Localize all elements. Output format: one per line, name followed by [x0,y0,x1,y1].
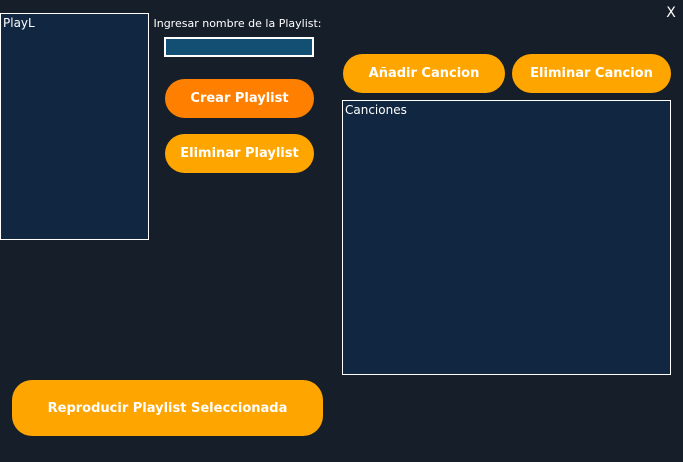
songs-listbox[interactable]: Canciones [342,100,671,375]
create-playlist-button[interactable]: Crear Playlist [165,79,314,118]
playlist-name-input[interactable] [164,37,314,57]
add-song-button[interactable]: Añadir Cancion [343,54,505,93]
playlist-listbox[interactable]: PlayL [0,13,149,240]
songs-list-item[interactable]: Canciones [345,103,668,117]
playlist-list-item[interactable]: PlayL [3,16,146,30]
close-button[interactable]: X [664,4,678,22]
delete-playlist-button[interactable]: Eliminar Playlist [165,134,314,173]
playlist-name-label: Ingresar nombre de la Playlist: [153,17,322,30]
play-selected-playlist-button[interactable]: Reproducir Playlist Seleccionada [12,380,323,436]
delete-song-button[interactable]: Eliminar Cancion [512,54,671,93]
